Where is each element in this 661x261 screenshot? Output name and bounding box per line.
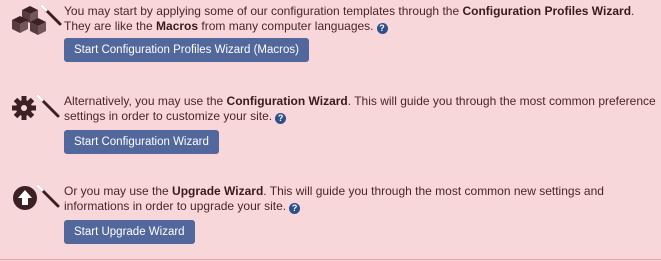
description-text: Alternatively, you may use the	[64, 94, 227, 108]
start-upgrade-wizard-button[interactable]: Start Upgrade Wizard	[64, 220, 195, 244]
macros-term: Macros	[156, 19, 199, 33]
wizard-description-upgrade: Or you may use the Upgrade Wizard. This …	[64, 184, 661, 214]
description-text: from many computer languages.	[198, 19, 374, 33]
start-configuration-wizard-button[interactable]: Start Configuration Wizard	[64, 130, 219, 154]
wizards-panel: You may start by applying some of our co…	[0, 0, 661, 260]
description-text: Or you may use the	[64, 184, 173, 198]
upgrade-wand-icon	[13, 184, 60, 210]
start-profiles-wizard-button[interactable]: Start Configuration Profiles Wizard (Mac…	[64, 38, 309, 62]
wizard-name: Upgrade Wizard	[172, 184, 264, 198]
help-icon[interactable]: ?	[376, 23, 388, 34]
wizard-description-profiles: You may start by applying some of our co…	[64, 4, 661, 34]
gear-wand-icon	[12, 94, 60, 120]
description-text: You may start by applying some of our co…	[64, 4, 463, 18]
wizard-description-configuration: Alternatively, you may use the Configura…	[64, 94, 661, 124]
wizard-name: Configuration Wizard	[226, 94, 348, 108]
wizard-name: Configuration Profiles Wizard	[462, 4, 632, 18]
boxes-wand-icon	[12, 4, 62, 35]
help-icon[interactable]: ?	[289, 203, 301, 214]
help-icon[interactable]: ?	[275, 113, 287, 124]
